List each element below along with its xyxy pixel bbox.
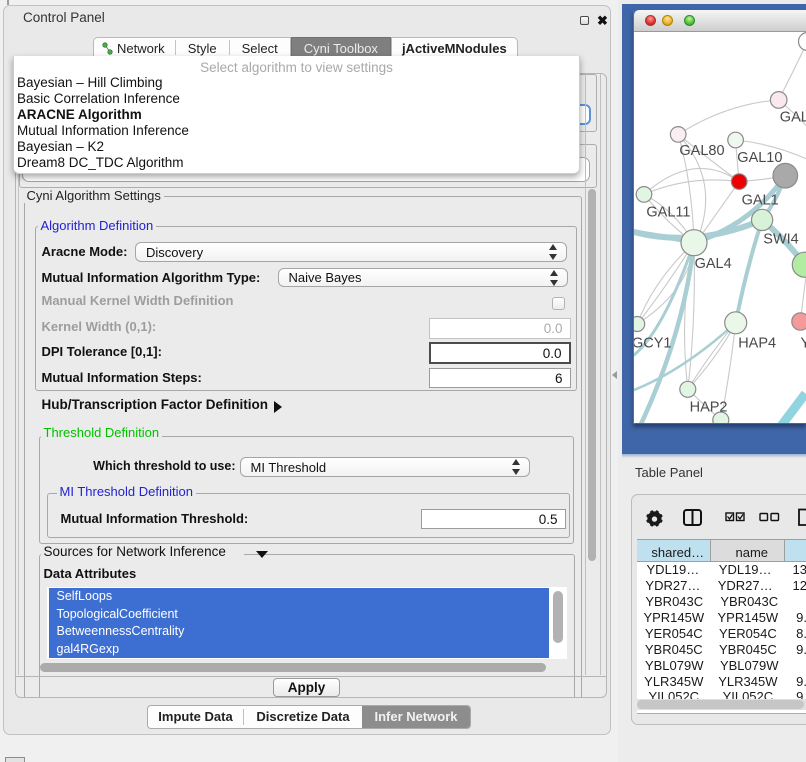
svg-text:GAL: GAL [780,109,806,125]
svg-text:GCY1: GCY1 [634,335,672,351]
svg-text:GAL80: GAL80 [679,142,724,158]
svg-text:GAL11: GAL11 [646,204,690,220]
svg-text:HAP4: HAP4 [738,335,776,351]
svg-text:HAP2: HAP2 [690,399,728,415]
svg-text:GAL4: GAL4 [695,255,732,271]
svg-text:SWI4: SWI4 [763,231,798,247]
svg-text:GAL10: GAL10 [737,150,782,166]
svg-text:GAL1: GAL1 [742,192,779,208]
svg-text:Y: Y [801,335,806,351]
